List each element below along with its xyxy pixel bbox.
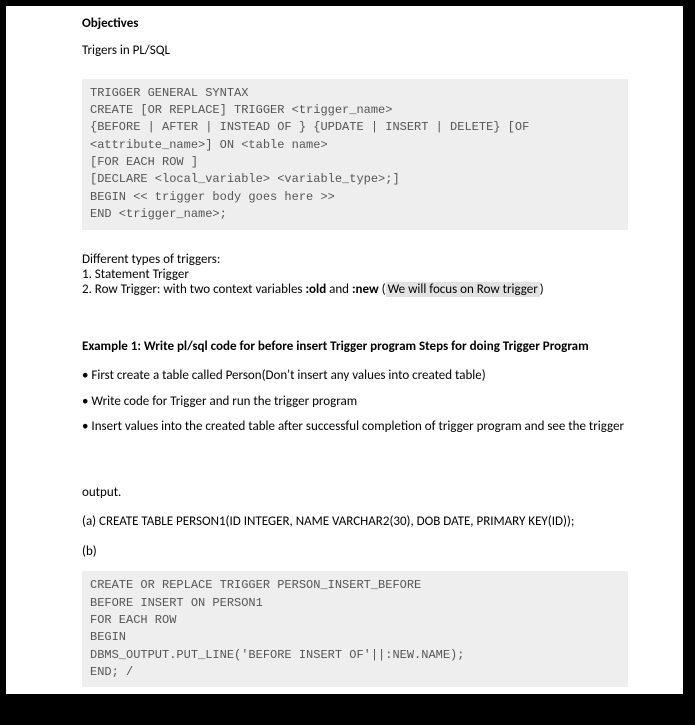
row-trigger-text-e: ( [379,282,386,297]
step-1: • First create a table called Person(Don… [82,366,628,386]
subtitle-text: Trigers in PL/SQL [82,41,628,61]
row-trigger-text-a: 2. Row Trigger: with two context variabl… [82,282,305,297]
trigger-types-intro: Different types of triggers: [82,252,628,267]
new-var: :new [352,282,379,297]
step-3: • Insert values into the created table a… [82,417,628,437]
output-label: output. [82,483,628,503]
line-b: (b) [82,542,628,562]
step-2: • Write code for Trigger and run the tri… [82,392,628,412]
row-trigger-text-c: and [326,282,352,297]
line-a: (a) CREATE TABLE PERSON1(ID INTEGER, NAM… [82,512,628,532]
document-page: Objectives Trigers in PL/SQL TRIGGER GEN… [6,6,683,694]
trigger-code-block: CREATE OR REPLACE TRIGGER PERSON_INSERT_… [82,571,628,687]
focus-highlight: We will focus on Row trigger [386,282,540,297]
trigger-type-2: 2. Row Trigger: with two context variabl… [82,282,628,297]
objectives-heading: Objectives [82,16,628,31]
old-var: :old [305,282,326,297]
syntax-code-block: TRIGGER GENERAL SYNTAX CREATE [OR REPLAC… [82,79,628,230]
example1-heading: Example 1: Write pl/sql code for before … [82,337,628,357]
trigger-type-1: 1. Statement Trigger [82,267,628,282]
line-c: (c) INSERT INTO PERSON1 VALUES(1,'JOHN D… [82,705,628,725]
row-trigger-text-g: ) [540,282,544,297]
